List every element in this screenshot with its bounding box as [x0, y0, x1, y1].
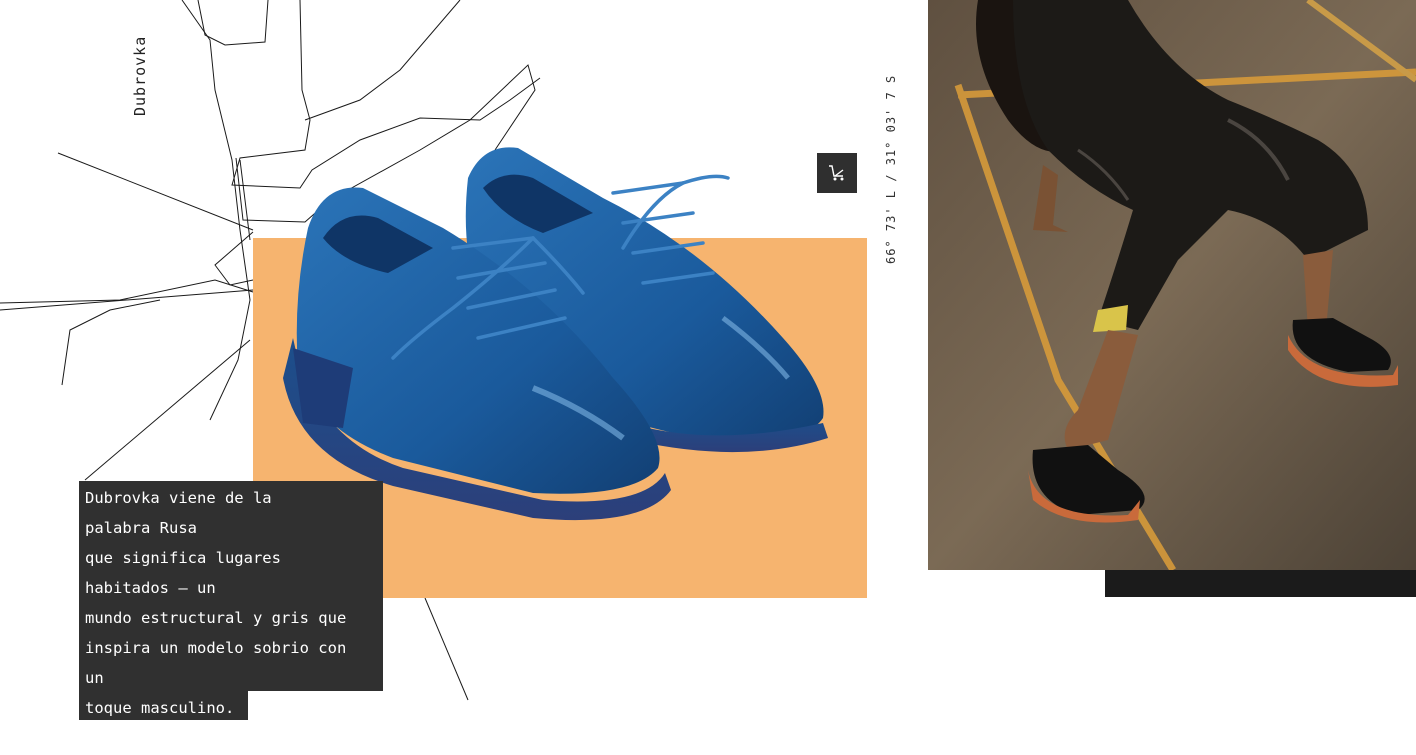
location-coordinates: 66° 73' L / 31° 03' 7 S: [884, 74, 898, 264]
description-line: habitados — un: [85, 579, 216, 597]
image-accent-strip: [1105, 570, 1416, 597]
collection-description: Dubrovka viene de la palabra Rusa que si…: [85, 483, 385, 723]
product-image-shoes[interactable]: [283, 138, 843, 538]
description-line: que significa lugares: [85, 549, 281, 567]
description-line: inspira un modelo sobrio con: [85, 639, 347, 657]
description-line: Dubrovka viene de la: [85, 489, 272, 507]
lifestyle-image-model[interactable]: [928, 0, 1416, 570]
shopping-cart-icon: [829, 165, 844, 181]
add-to-cart-button[interactable]: [817, 153, 857, 193]
description-line: un: [85, 669, 104, 687]
description-line: toque masculino.: [85, 699, 235, 717]
description-line: mundo estructural y gris que: [85, 609, 347, 627]
collection-title-vertical: Dubrovka: [131, 35, 149, 116]
description-line: palabra Rusa: [85, 519, 197, 537]
